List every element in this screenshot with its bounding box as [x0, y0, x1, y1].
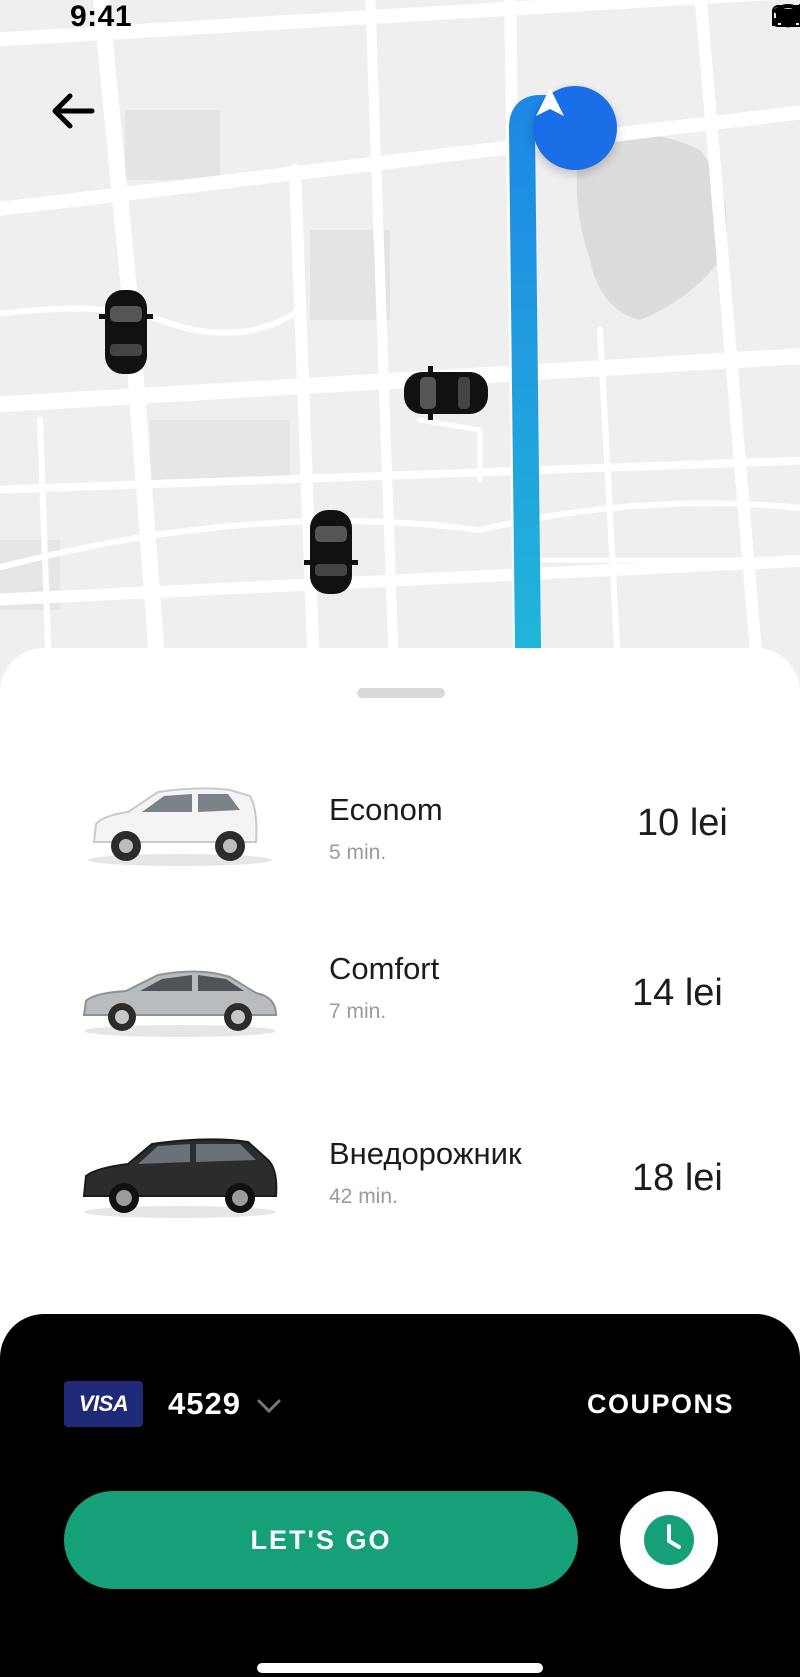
battery-icon [772, 5, 800, 27]
nearby-car-icon [304, 510, 358, 594]
ride-selection-screen: 9:41 Econom 5 min. 10 lei Comfort 7 min.… [0, 0, 800, 1677]
current-location-marker[interactable] [533, 86, 617, 170]
chevron-down-icon[interactable] [256, 1396, 282, 1416]
ride-options-sheet: Econom 5 min. 10 lei Comfort 7 min. 14 l… [0, 648, 800, 1348]
map-view[interactable]: 9:41 [0, 0, 800, 700]
visa-card-logo[interactable]: VISA [64, 1381, 143, 1427]
ride-option-suv[interactable]: Внедорожник 42 min. 18 lei [0, 1124, 800, 1274]
nearby-car-icon [404, 366, 488, 420]
car-image-suv [82, 1138, 278, 1218]
status-bar: 9:41 [0, 0, 800, 40]
card-last4[interactable]: 4529 [168, 1386, 241, 1422]
ride-eta: 42 min. [329, 1185, 398, 1208]
sheet-handle[interactable] [357, 688, 445, 698]
car-image-comfort [82, 970, 278, 1037]
coupons-button[interactable]: COUPONS [587, 1389, 734, 1420]
ride-name: Econom [329, 792, 443, 827]
ride-option-comfort[interactable]: Comfort 7 min. 14 lei [0, 935, 800, 1085]
home-indicator [257, 1663, 543, 1673]
ride-option-econom[interactable]: Econom 5 min. 10 lei [0, 758, 800, 908]
navigation-arrow-icon [536, 88, 564, 116]
ride-price: 14 lei [632, 972, 723, 1014]
ride-eta: 5 min. [329, 841, 387, 864]
car-image-econom [88, 787, 272, 866]
back-button[interactable] [48, 86, 98, 136]
ride-name: Comfort [329, 951, 440, 986]
ride-price: 18 lei [632, 1157, 723, 1199]
ride-eta: 7 min. [329, 1000, 387, 1023]
status-time: 9:41 [70, 0, 133, 33]
arrow-left-icon [52, 93, 95, 129]
ride-price: 10 lei [637, 802, 728, 844]
nearby-car-icon [99, 290, 153, 374]
lets-go-button[interactable]: LET'S GO [64, 1491, 578, 1589]
ride-name: Внедорожник [329, 1136, 522, 1171]
schedule-button[interactable] [620, 1491, 718, 1589]
clock-icon [644, 1515, 694, 1565]
checkout-panel: VISA 4529 COUPONS LET'S GO [0, 1314, 800, 1677]
